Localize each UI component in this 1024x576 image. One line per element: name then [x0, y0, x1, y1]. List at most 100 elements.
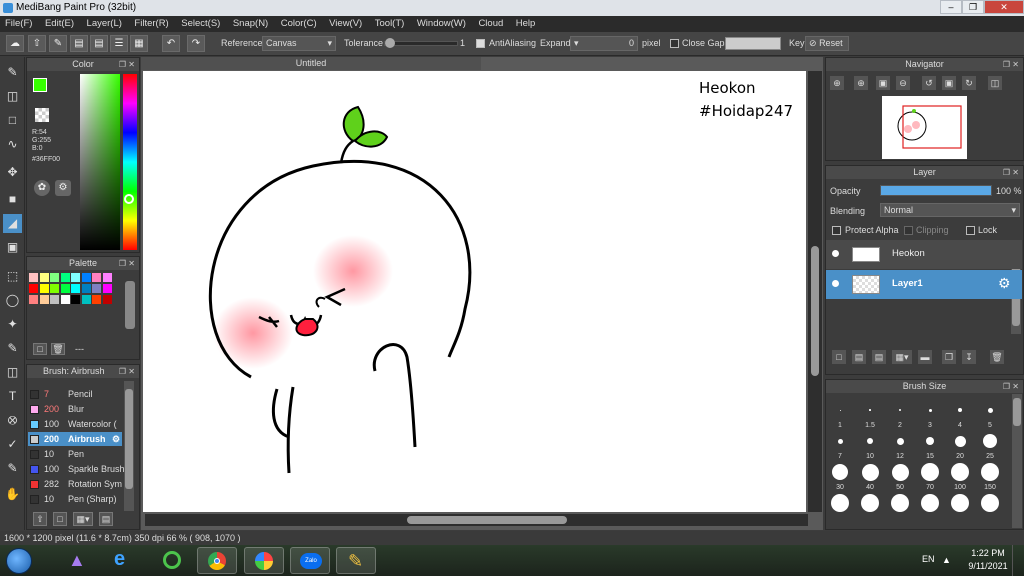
- layer-menu-icon[interactable]: ▦▾: [892, 350, 912, 364]
- clipping-checkbox[interactable]: [904, 226, 913, 235]
- panel-controls-icon[interactable]: ❐ ✕: [119, 257, 135, 270]
- palette-swatch[interactable]: [71, 273, 80, 282]
- delete-layer-icon[interactable]: 🗑: [990, 350, 1004, 364]
- operation-tool-icon[interactable]: ⭙: [3, 411, 22, 430]
- brush-size-dot[interactable]: [926, 437, 934, 445]
- palette-swatch[interactable]: [39, 295, 49, 304]
- brush-item[interactable]: 100 Sparkle Brush: [28, 462, 125, 476]
- zalo-icon[interactable]: Zalo: [290, 547, 330, 574]
- brush-size-dot[interactable]: [958, 408, 962, 412]
- menu-help[interactable]: Help: [511, 16, 541, 31]
- brush-settings-icon[interactable]: ▤: [99, 512, 113, 526]
- brush-size-dot[interactable]: [954, 435, 966, 447]
- brush-size-dot[interactable]: [921, 494, 939, 512]
- palette-swatch[interactable]: [50, 295, 59, 304]
- brush-size-dot[interactable]: [891, 494, 909, 512]
- palette-swatch[interactable]: [71, 284, 80, 293]
- brush-size-dot[interactable]: [861, 494, 879, 512]
- menu-view[interactable]: View(V): [324, 16, 367, 31]
- palette-swatch[interactable]: [60, 295, 70, 304]
- panel-controls-icon[interactable]: ❐ ✕: [119, 365, 135, 378]
- message-icon[interactable]: ▤: [70, 35, 88, 52]
- brush-size-dot[interactable]: [896, 437, 904, 445]
- visibility-icon[interactable]: [832, 280, 839, 287]
- expand-input[interactable]: ▾ 0: [570, 36, 638, 51]
- eraser-tool-icon[interactable]: ◫: [3, 87, 22, 106]
- palette-swatch[interactable]: [102, 273, 112, 282]
- brush-size-dot[interactable]: [981, 463, 999, 481]
- paint-icon[interactable]: ✎: [336, 547, 376, 574]
- panel-controls-icon[interactable]: ❐ ✕: [1003, 380, 1019, 393]
- palette-swatch[interactable]: [29, 273, 38, 282]
- start-button[interactable]: [6, 548, 32, 574]
- horizontal-scrollbar[interactable]: [145, 514, 808, 526]
- reset-button[interactable]: ⊘ Reset: [805, 36, 849, 51]
- protect-alpha-checkbox[interactable]: [832, 226, 841, 235]
- menu-window[interactable]: Window(W): [412, 16, 471, 31]
- hue-slider-handle[interactable]: [124, 194, 134, 204]
- vertical-scrollbar[interactable]: [808, 71, 822, 512]
- brush-size-dot[interactable]: [928, 408, 932, 412]
- magic-wand-tool-icon[interactable]: ✦: [3, 315, 22, 334]
- visibility-icon[interactable]: [832, 250, 839, 257]
- brush-item[interactable]: 282 Rotation Sym: [28, 477, 122, 491]
- new-halftone-layer-icon[interactable]: ▤: [852, 350, 866, 364]
- palette-swatch[interactable]: [39, 273, 49, 282]
- clock[interactable]: 1:22 PM 9/11/2021: [968, 548, 1008, 571]
- move-tool-icon[interactable]: ✥: [3, 163, 22, 182]
- palette-swatch[interactable]: [39, 284, 49, 293]
- menu-cloud[interactable]: Cloud: [473, 16, 508, 31]
- menu-tool[interactable]: Tool(T): [370, 16, 410, 31]
- document-tab[interactable]: Untitled: [141, 57, 481, 70]
- zoom-in-icon[interactable]: ⊕: [854, 76, 868, 90]
- brush-size-dot[interactable]: [983, 434, 997, 448]
- brush-size-dot[interactable]: [921, 463, 939, 481]
- document-icon[interactable]: ▤: [90, 35, 108, 52]
- fill-rect-tool-icon[interactable]: ■: [3, 190, 22, 209]
- palette-swatch[interactable]: [29, 295, 38, 304]
- saturation-value-picker[interactable]: [80, 74, 120, 250]
- color-wheel-icon[interactable]: ✿: [34, 180, 50, 196]
- palette-swatch[interactable]: [81, 284, 91, 293]
- zoom-fit-icon[interactable]: ⊕: [830, 76, 844, 90]
- brush-size-dot[interactable]: [861, 463, 879, 481]
- delete-palette-icon[interactable]: 🗑: [51, 343, 65, 355]
- redo-icon[interactable]: ↷: [187, 35, 205, 52]
- brush-size-scrollbar[interactable]: [1012, 394, 1022, 528]
- hue-slider[interactable]: [123, 74, 137, 250]
- hand-tool-icon[interactable]: ✋: [3, 485, 22, 504]
- close-button[interactable]: ✕: [984, 0, 1024, 14]
- brush-size-dot[interactable]: [899, 409, 901, 411]
- duplicate-layer-icon[interactable]: ❐: [942, 350, 956, 364]
- language-indicator[interactable]: EN: [922, 554, 935, 564]
- brush-size-dot[interactable]: [831, 494, 849, 512]
- palette-swatch[interactable]: [50, 284, 59, 293]
- vertical-scrollbar-thumb[interactable]: [811, 246, 819, 376]
- internet-explorer-icon[interactable]: e: [104, 547, 144, 574]
- layer-row-heokon[interactable]: Heokon: [826, 240, 1022, 269]
- navigator-thumbnail[interactable]: [882, 96, 967, 159]
- gradient-tool-icon[interactable]: ▣: [3, 238, 22, 257]
- new-palette-icon[interactable]: □: [33, 343, 47, 355]
- brush-size-dot[interactable]: [867, 438, 873, 444]
- maximize-button[interactable]: ❐: [962, 0, 984, 14]
- brush-size-dot[interactable]: [832, 464, 848, 480]
- lasso-tool-icon[interactable]: ◯: [3, 291, 22, 310]
- menu-file[interactable]: File(F): [0, 16, 37, 31]
- horizontal-scrollbar-thumb[interactable]: [407, 516, 567, 524]
- brush-item[interactable]: 100 Watercolor (: [28, 417, 122, 431]
- blur-tool-icon[interactable]: ∿: [3, 135, 22, 154]
- brush-item[interactable]: 10 Pen: [28, 447, 122, 461]
- palette-swatch[interactable]: [71, 295, 80, 304]
- add-brush-icon[interactable]: ⇧: [33, 512, 47, 526]
- text-tool-icon[interactable]: T: [3, 387, 22, 406]
- palette-swatch[interactable]: [102, 295, 112, 304]
- minimize-button[interactable]: –: [940, 0, 962, 14]
- cloud-icon[interactable]: ☁: [6, 35, 24, 52]
- close-gaps-checkbox[interactable]: [670, 39, 679, 48]
- gear-icon[interactable]: ⚙: [998, 275, 1011, 292]
- palette-swatch[interactable]: [50, 273, 59, 282]
- close-gaps-field[interactable]: [725, 37, 781, 50]
- menu-select[interactable]: Select(S): [176, 16, 225, 31]
- flip-icon[interactable]: ◫: [988, 76, 1002, 90]
